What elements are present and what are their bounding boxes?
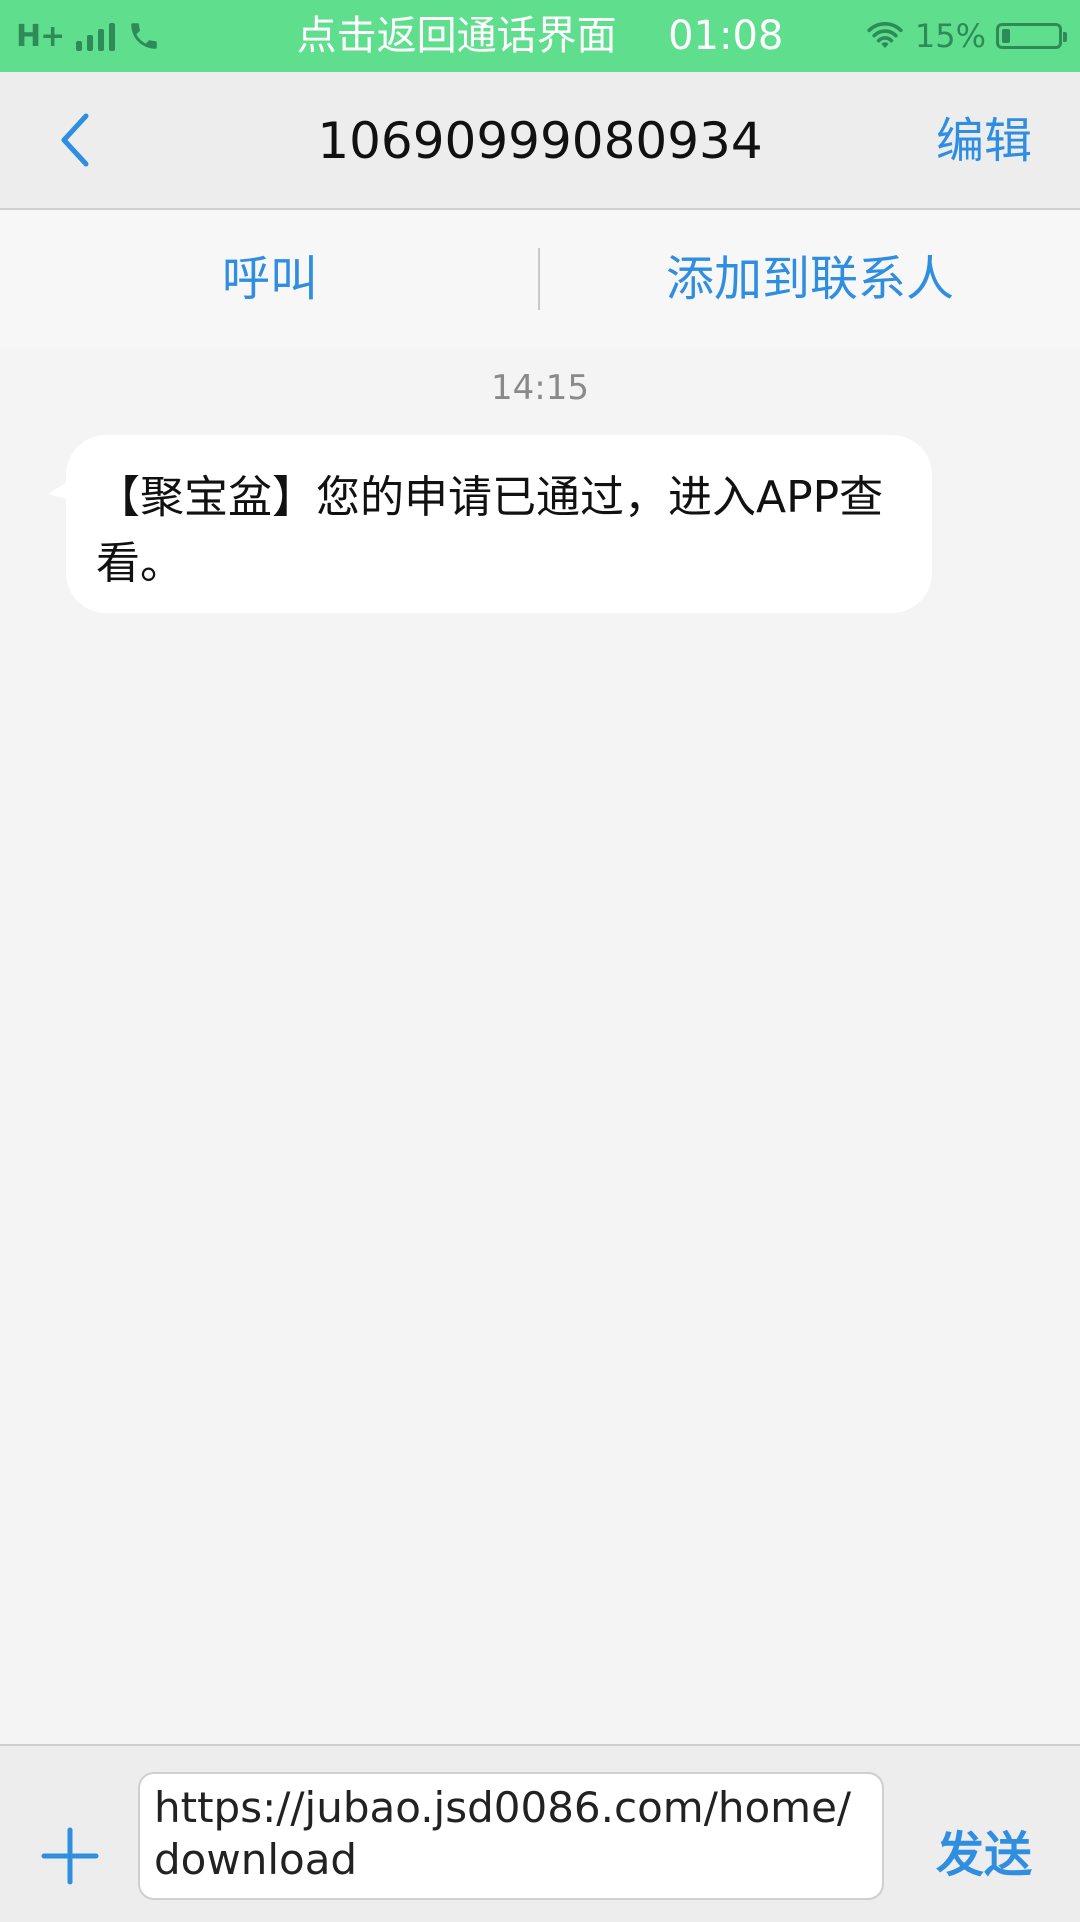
battery-fill	[1002, 29, 1010, 43]
status-bar[interactable]: H+ 点击返回通话界面 01:08 15%	[0, 0, 1080, 72]
message-text: 【聚宝盆】您的申请已通过，进入APP查看。	[96, 472, 884, 589]
battery-percent: 15%	[914, 17, 986, 55]
wifi-icon	[865, 17, 905, 55]
add-to-contacts-button[interactable]: 添加到联系人	[540, 248, 1080, 310]
message-composer: https://jubao.jsd0086.com/home/download …	[0, 1744, 1080, 1922]
attach-button[interactable]	[40, 1826, 100, 1886]
contact-actions: 呼叫 添加到联系人	[0, 210, 1080, 348]
call-button[interactable]: 呼叫	[0, 248, 540, 310]
send-button[interactable]: 发送	[936, 1824, 1032, 1886]
call-hint-text: 点击返回通话界面	[296, 13, 617, 59]
nav-bar: 10690999080934 编辑	[0, 72, 1080, 210]
status-time: 01:08	[668, 13, 784, 59]
conversation-title: 10690999080934	[317, 112, 763, 170]
battery-icon	[996, 23, 1067, 49]
message-timestamp: 14:15	[491, 368, 589, 408]
status-right: 15%	[865, 14, 1067, 58]
message-input[interactable]: https://jubao.jsd0086.com/home/download	[138, 1772, 884, 1900]
plus-icon	[41, 1827, 99, 1885]
incoming-message-bubble[interactable]: 【聚宝盆】您的申请已通过，进入APP查看。	[66, 435, 932, 613]
edit-button[interactable]: 编辑	[936, 110, 1032, 172]
